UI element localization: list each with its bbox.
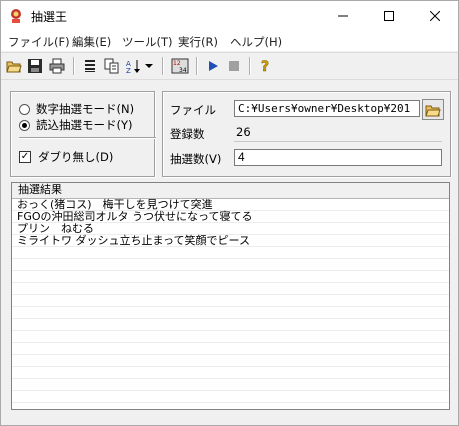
close-icon — [430, 11, 440, 21]
app-logo-icon — [8, 8, 24, 24]
list-icon — [85, 60, 95, 72]
radio-button[interactable] — [19, 103, 30, 115]
number-button[interactable]: 12 34 — [170, 56, 190, 76]
number-icon: 12 34 — [171, 58, 189, 74]
menu-help[interactable]: ヘルプ(H) — [230, 34, 282, 50]
minimize-icon — [338, 15, 348, 17]
number-mode-radio[interactable]: 数字抽選モード(N) — [19, 101, 134, 117]
help-icon: ? — [261, 59, 270, 74]
radio-button-selected[interactable] — [19, 119, 30, 131]
open-folder-icon — [425, 105, 441, 116]
toolbar: A Z 12 34 ? — [1, 52, 458, 80]
save-icon — [28, 59, 42, 73]
stop-icon — [229, 61, 239, 71]
window-title: 抽選王 — [31, 10, 68, 24]
browse-button[interactable] — [422, 99, 444, 120]
toolbar-separator — [249, 57, 251, 75]
play-icon — [209, 61, 218, 71]
svg-text:12: 12 — [173, 60, 181, 67]
mode-divider — [19, 137, 156, 139]
stop-button[interactable] — [224, 56, 244, 76]
checkbox[interactable]: ✓ — [19, 151, 31, 163]
copy-icon — [104, 58, 119, 74]
menu-file[interactable]: ファイル(F) — [8, 34, 70, 50]
sort-button[interactable]: A Z — [124, 56, 144, 76]
results-header-label: 抽選結果 — [18, 183, 62, 196]
number-mode-label: 数字抽選モード(N) — [36, 102, 135, 116]
print-button[interactable] — [47, 56, 67, 76]
read-mode-radio[interactable]: 読込抽選モード(Y) — [19, 117, 133, 133]
toolbar-separator — [196, 57, 198, 75]
results-list[interactable]: 抽選結果 おっく(猪コス) 梅干しを見つけて突進 FGOの沖田総司オルタ うつ伏… — [11, 182, 450, 410]
file-path-field[interactable]: C:¥Users¥owner¥Desktop¥201 — [234, 100, 420, 117]
read-mode-label: 読込抽選モード(Y) — [36, 118, 133, 132]
results-body[interactable]: おっく(猪コス) 梅干しを見つけて突進 FGOの沖田総司オルタ うつ伏せになって… — [12, 199, 449, 409]
maximize-icon — [384, 11, 394, 21]
sort-icon: A Z — [126, 60, 140, 74]
file-panel: ファイル C:¥Users¥owner¥Desktop¥201 登録数 26 抽… — [162, 91, 451, 177]
open-folder-icon — [6, 61, 22, 73]
list-item[interactable]: ミライトワ ダッシュ立ち止まって笑顔でピース — [17, 235, 250, 247]
draw-count-field[interactable]: 4 — [234, 149, 442, 166]
mode-panel: 数字抽選モード(N) 読込抽選モード(Y) ✓ ダブり無し(D) — [10, 91, 156, 177]
open-button[interactable] — [4, 56, 24, 76]
svg-text:34: 34 — [179, 67, 187, 74]
print-icon — [49, 58, 65, 74]
save-button[interactable] — [25, 56, 45, 76]
list-button[interactable] — [80, 56, 100, 76]
sort-dropdown-button[interactable] — [143, 56, 155, 76]
toolbar-separator — [73, 57, 75, 75]
close-button[interactable] — [412, 1, 458, 31]
play-button[interactable] — [203, 56, 223, 76]
svg-text:?: ? — [261, 59, 269, 74]
maximize-button[interactable] — [366, 1, 412, 31]
chevron-down-icon — [145, 64, 153, 68]
toolbar-separator — [162, 57, 164, 75]
no-duplicate-label: ダブり無し(D) — [38, 150, 114, 164]
minimize-button[interactable] — [320, 1, 366, 31]
registered-count-value: 26 — [234, 124, 442, 142]
title-bar[interactable]: 抽選王 — [1, 1, 458, 31]
no-duplicate-checkbox[interactable]: ✓ ダブり無し(D) — [19, 149, 113, 165]
copy-button[interactable] — [102, 56, 122, 76]
svg-text:Z: Z — [126, 67, 131, 74]
draw-count-label: 抽選数(V) — [170, 152, 222, 166]
help-button[interactable]: ? — [256, 56, 276, 76]
file-label: ファイル — [170, 103, 216, 117]
registered-count-label: 登録数 — [170, 127, 205, 141]
menu-tools[interactable]: ツール(T) — [122, 34, 173, 50]
menu-edit[interactable]: 編集(E) — [72, 34, 111, 50]
menu-bar: ファイル(F) 編集(E) ツール(T) 実行(R) ヘルプ(H) — [1, 31, 458, 51]
app-window: 抽選王 ファイル(F) 編集(E) ツール(T) 実行(R) ヘルプ(H) A … — [0, 0, 459, 426]
results-header[interactable]: 抽選結果 — [12, 183, 449, 199]
menu-run[interactable]: 実行(R) — [178, 34, 218, 50]
